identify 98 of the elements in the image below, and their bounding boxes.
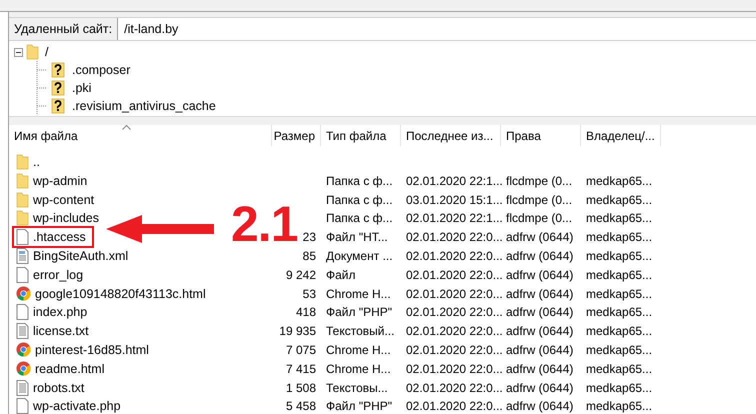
table-cell-text: Документ ... [325, 248, 394, 263]
table-cell-text: 03.01.2020 15:1... [405, 192, 501, 207]
table-cell-text: adfrw (0644) [505, 305, 574, 320]
table-cell-text: flcdmpe (0... [505, 174, 574, 188]
table-cell-text: Папка с ф... [325, 174, 394, 188]
table-cell-text: Папка с ф... [325, 211, 394, 226]
table-cell-text: 02.01.2020 22:1... [405, 174, 501, 188]
table-cell-text: Файл "PHP" [325, 305, 394, 320]
column-header[interactable]: Владелец/... [581, 125, 661, 146]
table-cell-text: adfrw (0644) [505, 399, 574, 414]
table-cell-text: adfrw (0644) [505, 380, 574, 395]
table-cell-text: adfrw (0644) [505, 286, 574, 301]
tree-item[interactable]: .revisium_antivirus_cache [72, 99, 216, 113]
table-cell-text: Файл "HT... [325, 230, 389, 244]
table-cell-text: 7 415 [284, 362, 317, 376]
highlighted-file-name[interactable]: .htaccess [12, 226, 94, 248]
table-cell-text: adfrw (0644) [505, 268, 574, 282]
table-cell-text: 23 [302, 230, 317, 244]
table-cell-text: medkap65... [585, 192, 654, 207]
file-icon [16, 229, 29, 246]
collapse-icon[interactable] [14, 48, 23, 56]
step-label: 2.1 [231, 202, 298, 246]
browser-icon [16, 361, 31, 376]
table-cell-text: 02.01.2020 22:0... [405, 399, 501, 414]
file-icon [16, 304, 29, 320]
tree-line-icon [36, 61, 48, 79]
table-cell-text: flcdmpe (0... [505, 211, 574, 226]
table-cell-text: 02.01.2020 22:0... [405, 305, 501, 320]
question-icon [51, 80, 66, 96]
table-cell-text: medkap65... [585, 268, 654, 282]
table-cell-text: Файл [325, 268, 357, 282]
table-cell-text: 19 935 [278, 324, 317, 338]
column-header[interactable]: Имя файла [9, 125, 272, 146]
tree-line-icon [36, 79, 48, 97]
text-file-icon [16, 380, 29, 396]
table-cell-text: 02.01.2020 22:0... [405, 342, 501, 357]
sort-icon [122, 125, 131, 130]
tree-item[interactable]: .pki [72, 81, 92, 95]
table-cell-text: 418 [294, 305, 317, 320]
text-file-icon [16, 323, 29, 340]
table-cell-text: Файл "PHP" [325, 399, 394, 414]
table-cell-text: medkap65... [585, 342, 654, 357]
table-cell-text: 02.01.2020 22:0... [405, 362, 501, 376]
table-cell-text: 9 242 [284, 268, 317, 282]
question-icon [51, 98, 66, 114]
browser-icon [16, 342, 31, 358]
tree-item[interactable]: .composer [72, 63, 130, 77]
table-cell-text: 02.01.2020 22:0... [405, 380, 501, 395]
table-cell-text: Chrome H... [325, 342, 392, 357]
table-cell-text: medkap65... [585, 380, 654, 395]
arrow-icon [106, 214, 216, 244]
column-header[interactable]: Последнее из... [401, 125, 501, 146]
table-cell-text: 7 075 [284, 342, 317, 357]
table-cell-text: 1 508 [284, 380, 317, 395]
table-cell-text: 02.01.2020 22:0... [405, 230, 501, 244]
tree-item[interactable]: / [45, 45, 48, 59]
table-cell-text: adfrw (0644) [505, 324, 574, 338]
table-cell-text: 02.01.2020 22:1... [405, 211, 501, 226]
table-cell-text: 53 [302, 286, 317, 301]
table-cell-text: medkap65... [585, 248, 654, 263]
table-cell-text: 5 458 [284, 399, 317, 414]
table-cell-text: Папка с ф... [325, 192, 394, 207]
table-cell-text: Chrome H... [325, 286, 392, 301]
folder-icon [16, 172, 29, 189]
question-icon [51, 62, 66, 78]
folder-icon [26, 44, 39, 60]
table-cell-text: medkap65... [585, 230, 654, 244]
folder-icon [16, 154, 29, 170]
folder-icon [16, 192, 29, 208]
tree-line-icon [36, 97, 48, 115]
table-cell-text: medkap65... [585, 286, 654, 301]
folder-icon [16, 210, 29, 226]
table-cell-text: medkap65... [585, 362, 654, 376]
table-cell-text: medkap65... [585, 174, 654, 188]
table-cell-text: medkap65... [585, 305, 654, 320]
file-icon [16, 266, 29, 283]
table-cell-text: adfrw (0644) [505, 342, 574, 357]
table-cell-text: adfrw (0644) [505, 248, 574, 263]
table-cell-text: 02.01.2020 22:0... [405, 324, 501, 338]
address-label: Удаленный сайт: [9, 18, 118, 40]
table-cell-text: medkap65... [585, 399, 654, 414]
table-cell-text: Текстовы... [325, 380, 389, 395]
column-header[interactable]: Права [501, 125, 581, 146]
table-cell-text: 85 [302, 248, 317, 263]
table-cell-text: 02.01.2020 22:0... [405, 248, 501, 263]
browser-icon [16, 286, 31, 302]
table-cell-text: Текстовый... [325, 324, 396, 338]
table-cell-text: Chrome H... [325, 362, 392, 376]
table-cell-text: 02.01.2020 22:0... [405, 268, 501, 282]
document-icon [16, 248, 29, 264]
table-cell-text: 02.01.2020 22:0... [405, 286, 501, 301]
column-header[interactable]: Размер [272, 125, 321, 146]
table-cell-text: flcdmpe (0... [505, 192, 574, 207]
table-cell-text: adfrw (0644) [505, 230, 574, 244]
table-cell-text: medkap65... [585, 211, 654, 226]
table-cell-text: medkap65... [585, 324, 654, 338]
table-cell-text: adfrw (0644) [505, 362, 574, 376]
column-header[interactable]: Тип файла [321, 125, 401, 146]
